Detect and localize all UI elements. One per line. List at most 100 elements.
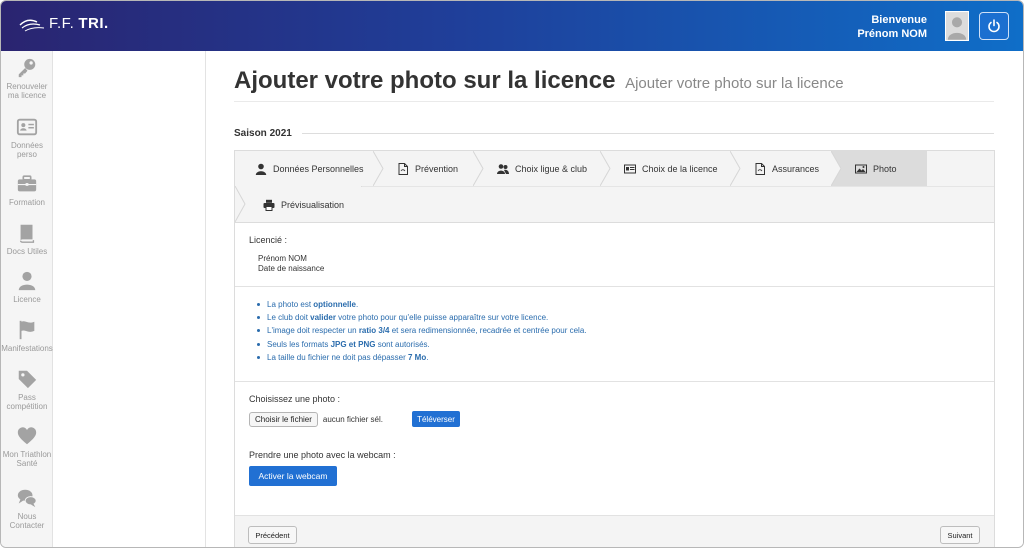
power-icon (988, 19, 1000, 33)
id-card-icon (624, 164, 636, 173)
licencie-birthdate: Date de naissance (258, 264, 325, 273)
user-name: Prénom NOM (857, 28, 927, 40)
wizard-steps: Données Personnelles Prévention Choix li… (235, 151, 994, 223)
sidebar-item-docs[interactable]: Docs Utiles (1, 222, 53, 256)
main-content: Ajouter votre photo sur la licence Ajout… (207, 51, 1023, 547)
season-divider (302, 133, 994, 134)
step-label: Prévention (415, 163, 459, 174)
page-title: Ajouter votre photo sur la licence Ajout… (234, 67, 844, 95)
id-card-icon (16, 118, 38, 136)
list-item: La photo est optionnelle. (249, 298, 980, 311)
choose-file-button[interactable]: Choisir le fichier (249, 412, 318, 427)
sidebar-item-label: Données perso (10, 141, 44, 159)
step-donnees-personnelles[interactable]: Données Personnelles (235, 151, 384, 186)
document-icon (398, 162, 408, 175)
sidebar-item-donnees[interactable]: Données perso (1, 116, 53, 159)
upload-section: Choisissez une photo : Choisir le fichie… (235, 382, 994, 517)
page-subtitle: Ajouter votre photo sur la licence (625, 75, 844, 92)
step-previsualisation[interactable]: Prévisualisation (235, 187, 362, 222)
book-icon (19, 224, 35, 243)
photo-rules-list: La photo est optionnelle. Le club doit v… (249, 298, 980, 364)
step-label: Assurances (772, 163, 820, 174)
no-file-text: aucun fichier sél. (322, 415, 383, 424)
step-choix-licence[interactable]: Choix de la licence (600, 151, 741, 186)
logout-button[interactable] (979, 12, 1009, 40)
step-label: Choix de la licence (642, 163, 718, 174)
sidebar-item-label: Mon Triathlon Santé (2, 450, 52, 468)
user-icon (255, 163, 267, 175)
sidebar: Renouveler ma licence Données perso Form… (1, 51, 53, 547)
sidebar-item-label: Docs Utiles (6, 247, 48, 256)
welcome-block: Bienvenue Prénom NOM (857, 13, 927, 41)
list-item: Le club doit valider votre photo pour qu… (249, 311, 980, 324)
sidebar-item-label: Licence (13, 295, 41, 304)
previous-button[interactable]: Précédent (248, 526, 297, 544)
tag-icon (18, 370, 37, 389)
photo-rules-section: La photo est optionnelle. Le club doit v… (235, 287, 994, 382)
step-label: Données Personnelles (273, 163, 364, 174)
sidebar-item-label: Nous Contacter (9, 512, 45, 530)
sidebar-item-label: Manifestations (1, 344, 53, 353)
sidebar-item-sante[interactable]: Mon Triathlon Santé (1, 425, 53, 468)
heart-icon (17, 427, 37, 445)
step-photo[interactable]: Photo (831, 151, 927, 186)
licencie-section: Licencié : Prénom NOM Date de naissance (235, 223, 994, 287)
side-gutter (54, 51, 206, 547)
list-item: La taille du fichier ne doit pas dépasse… (249, 351, 980, 364)
sidebar-item-label: Pass compétition (6, 393, 48, 411)
document-icon (755, 162, 765, 175)
wizard-panel: Données Personnelles Prévention Choix li… (234, 150, 995, 547)
logo-tri: TRI. (78, 15, 109, 32)
wizard-footer: Précédent Suivant (235, 515, 994, 547)
file-input-row: Choisir le fichier aucun fichier sél. (249, 412, 994, 427)
sidebar-item-formation[interactable]: Formation (1, 173, 53, 207)
key-icon (18, 58, 36, 78)
step-label: Choix ligue & club (515, 163, 588, 174)
step-arrow (373, 151, 384, 186)
briefcase-icon (17, 175, 37, 192)
list-item: L'image doit respecter un ratio 3/4 et s… (249, 324, 980, 337)
licencie-label: Licencié : (249, 235, 288, 245)
fftri-logo[interactable]: F.F. TRI. (19, 15, 109, 32)
webcam-label: Prendre une photo avec la webcam : (249, 450, 396, 460)
step-arrow-inner (235, 186, 246, 222)
sidebar-item-label: Formation (8, 198, 45, 207)
next-button[interactable]: Suivant (940, 526, 980, 544)
activate-webcam-button[interactable]: Activer la webcam (249, 466, 337, 486)
image-icon (855, 164, 867, 173)
list-item: Seuls les formats JPG et PNG sont autori… (249, 338, 980, 351)
step-arrow (730, 151, 741, 186)
step-label: Prévisualisation (281, 199, 345, 210)
sidebar-item-manifestations[interactable]: Manifestations (1, 319, 53, 353)
step-choix-ligue-club[interactable]: Choix ligue & club (473, 151, 611, 186)
step-arrow (473, 151, 484, 186)
avatar[interactable] (945, 11, 969, 41)
licencie-identity: Prénom NOM Date de naissance (258, 254, 980, 274)
step-assurances[interactable]: Assurances (730, 151, 842, 186)
logo-prefix: F.F. (49, 15, 75, 32)
sidebar-item-contact[interactable]: Nous Contacter (1, 487, 53, 530)
top-bar: F.F. TRI. Bienvenue Prénom NOM (1, 1, 1023, 51)
upload-button[interactable]: Téléverser (412, 411, 460, 427)
avatar-placeholder-icon (946, 12, 968, 40)
step-arrow (600, 151, 611, 186)
title-divider (234, 101, 994, 102)
licencie-name: Prénom NOM (258, 254, 307, 263)
user-icon (18, 271, 36, 291)
logo-swoosh-icon (19, 19, 45, 31)
step-label: Photo (873, 163, 897, 174)
welcome-text: Bienvenue (871, 14, 927, 26)
step-arrow (831, 151, 842, 186)
printer-icon (263, 199, 275, 211)
season-label: Saison 2021 (234, 128, 292, 139)
choose-photo-label: Choisissez une photo : (249, 394, 341, 404)
sidebar-item-pass[interactable]: Pass compétition (1, 368, 53, 411)
sidebar-item-licence[interactable]: Licence (1, 270, 53, 304)
step-prevention[interactable]: Prévention (373, 151, 484, 186)
sidebar-item-label: Renouveler ma licence (6, 82, 48, 100)
browser-window: F.F. TRI. Bienvenue Prénom NOM Renouveler… (0, 0, 1024, 548)
flag-icon (19, 320, 35, 340)
sidebar-item-renouveler[interactable]: Renouveler ma licence (1, 57, 53, 100)
page-title-text: Ajouter votre photo sur la licence (234, 67, 616, 94)
users-icon (497, 163, 509, 174)
